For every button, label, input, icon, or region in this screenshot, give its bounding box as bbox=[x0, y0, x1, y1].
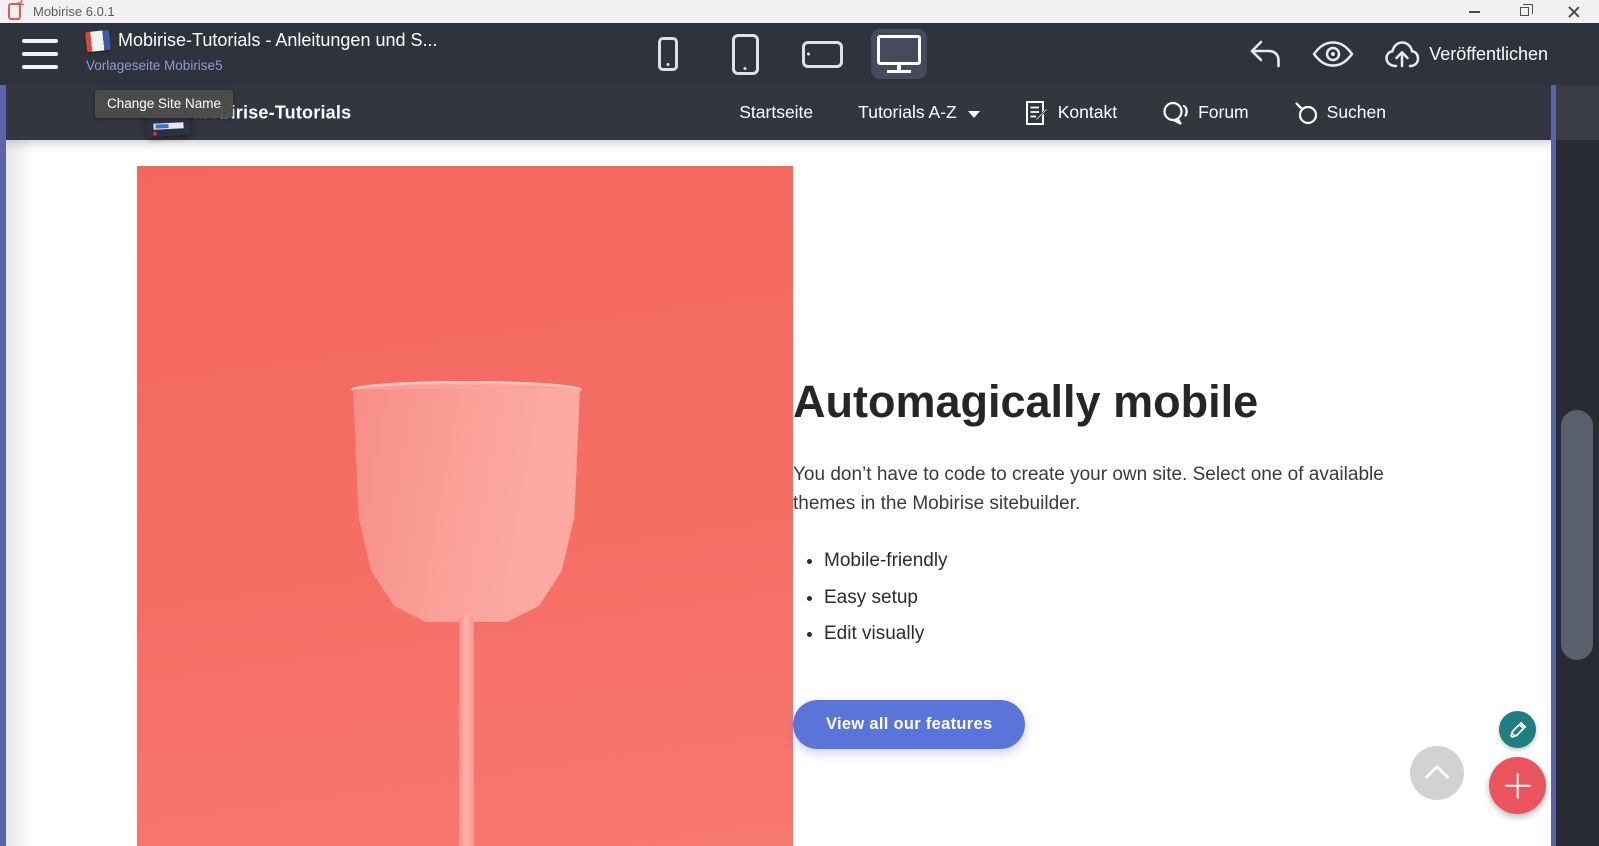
canvas-left-shadow bbox=[6, 140, 34, 846]
add-block-button[interactable] bbox=[1489, 757, 1546, 814]
device-preview-switcher bbox=[640, 23, 927, 85]
close-icon bbox=[1568, 6, 1580, 18]
view-features-button[interactable]: View all our features bbox=[793, 700, 1025, 749]
site-logo-suffix: birise-Tutorials bbox=[219, 102, 351, 122]
chevron-up-icon bbox=[1424, 765, 1449, 790]
device-desktop-button[interactable] bbox=[871, 29, 927, 79]
bullet-item[interactable]: Mobile-friendly bbox=[824, 547, 1433, 575]
goblet-bowl bbox=[353, 389, 580, 622]
edit-style-button[interactable] bbox=[1499, 711, 1536, 748]
restore-button[interactable] bbox=[1499, 0, 1549, 23]
undo-button[interactable] bbox=[1248, 39, 1282, 69]
nav-item-tutorials-dropdown[interactable]: Tutorials A-Z bbox=[858, 102, 980, 123]
scroll-to-top-button[interactable] bbox=[1410, 746, 1464, 800]
mobirise-app-icon bbox=[8, 3, 21, 20]
desktop-icon bbox=[877, 35, 921, 65]
site-navbar-block[interactable]: Mobirise-Tutorials Startseite Tutorials … bbox=[6, 85, 1599, 140]
paintbrush-icon bbox=[1508, 720, 1528, 740]
chat-icon bbox=[1162, 101, 1189, 125]
plus-icon bbox=[1505, 773, 1531, 799]
device-phone-button[interactable] bbox=[640, 29, 696, 79]
hero-image-block[interactable] bbox=[137, 166, 793, 846]
restore-icon bbox=[1520, 7, 1529, 16]
project-title[interactable]: Mobirise-Tutorials - Anleitungen und S..… bbox=[118, 30, 438, 51]
cloud-upload-icon bbox=[1384, 40, 1420, 69]
bullet-item[interactable]: Easy setup bbox=[824, 584, 1433, 612]
preview-button[interactable] bbox=[1312, 41, 1354, 67]
nav-label: Startseite bbox=[739, 102, 813, 123]
magnifier-icon bbox=[1294, 101, 1318, 125]
nav-label: Tutorials A-Z bbox=[858, 102, 957, 123]
nav-item-suchen[interactable]: Suchen bbox=[1294, 101, 1386, 125]
nav-label: Forum bbox=[1198, 102, 1249, 123]
nav-item-startseite[interactable]: Startseite bbox=[739, 102, 813, 123]
device-tablet-portrait-button[interactable] bbox=[717, 29, 773, 79]
canvas-right-edge bbox=[1551, 85, 1556, 846]
tablet-portrait-icon bbox=[732, 34, 759, 75]
publish-button[interactable]: Veröffentlichen bbox=[1384, 40, 1548, 69]
eye-icon bbox=[1312, 41, 1354, 67]
menu-button[interactable] bbox=[22, 38, 58, 70]
app-toolbar: Mobirise-Tutorials - Anleitungen und S..… bbox=[0, 23, 1599, 85]
minimize-button[interactable] bbox=[1449, 0, 1499, 23]
thumb-detail bbox=[153, 132, 157, 136]
scrollbar-top-zone bbox=[1556, 85, 1599, 140]
tablet-landscape-icon bbox=[802, 41, 843, 68]
site-name-tooltip: Change Site Name bbox=[95, 90, 233, 118]
hero-text-column: Automagically mobile You don’t have to c… bbox=[793, 377, 1433, 749]
nav-item-kontakt[interactable]: Kontakt bbox=[1025, 100, 1117, 126]
project-subtitle[interactable]: Vorlageseite Mobirise5 bbox=[86, 58, 223, 73]
window-titlebar: Mobirise 6.0.1 bbox=[0, 0, 1599, 23]
scrollbar-thumb[interactable] bbox=[1561, 410, 1593, 660]
hero-paragraph[interactable]: You don’t have to code to create your ow… bbox=[793, 460, 1418, 519]
window-controls bbox=[1449, 0, 1599, 23]
bullet-item[interactable]: Edit visually bbox=[824, 620, 1433, 648]
nav-label: Suchen bbox=[1327, 102, 1386, 123]
hero-heading[interactable]: Automagically mobile bbox=[793, 377, 1433, 427]
undo-icon bbox=[1248, 39, 1282, 69]
phone-icon bbox=[658, 37, 678, 71]
nav-label: Kontakt bbox=[1058, 102, 1117, 123]
goblet-stem bbox=[459, 614, 474, 846]
site-menu: Startseite Tutorials A-Z Kontakt Forum bbox=[739, 85, 1386, 140]
thumb-detail bbox=[155, 124, 168, 129]
device-tablet-landscape-button[interactable] bbox=[794, 29, 850, 79]
window-title: Mobirise 6.0.1 bbox=[33, 4, 115, 19]
document-edit-icon bbox=[1025, 100, 1049, 126]
canvas-left-edge bbox=[0, 85, 6, 846]
close-button[interactable] bbox=[1549, 0, 1599, 23]
caret-down-icon bbox=[968, 111, 980, 118]
publish-label: Veröffentlichen bbox=[1429, 44, 1548, 65]
hero-bullet-list[interactable]: Mobile-friendly Easy setup Edit visually bbox=[793, 547, 1433, 648]
toolbar-actions: Veröffentlichen bbox=[1248, 23, 1548, 85]
nav-item-forum[interactable]: Forum bbox=[1162, 101, 1249, 125]
minimize-icon bbox=[1469, 11, 1480, 13]
project-icon bbox=[85, 30, 111, 52]
